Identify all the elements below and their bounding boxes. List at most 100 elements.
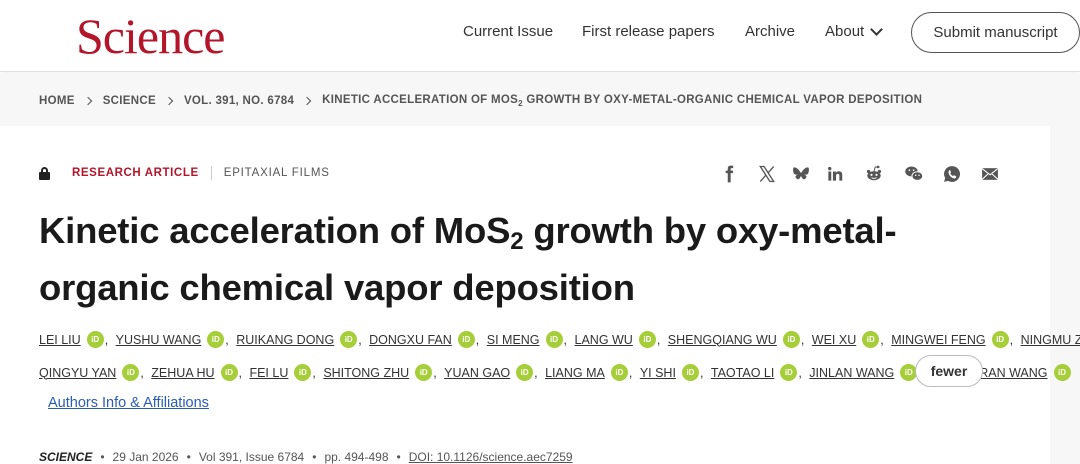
citation-line: SCIENCE • 29 Jan 2026 • Vol 391, Issue 6… [39, 450, 573, 464]
citation-volume: Vol 391, Issue 6784 [198, 450, 305, 464]
orcid-icon[interactable]: iD [86, 331, 104, 348]
orcid-icon[interactable]: iD [516, 364, 534, 381]
chevron-right-icon [164, 96, 174, 106]
breadcrumb-current-post: GROWTH BY OXY-METAL-ORGANIC CHEMICAL VAP… [522, 94, 923, 106]
breadcrumb-home[interactable]: HOME [39, 95, 75, 107]
author-name-link[interactable]: LIANG MA [545, 366, 605, 380]
author-name-link[interactable]: MINGWEI FENG [891, 333, 985, 347]
author-name-link[interactable]: RUIKANG DONG [236, 333, 334, 347]
author-item: LANG WU iD [575, 331, 656, 348]
doi-link[interactable]: DOI: 10.1126/science.aec7259 [409, 450, 573, 464]
nav-first-release-papers[interactable]: First release papers [582, 23, 715, 41]
orcid-icon[interactable]: iD [638, 331, 656, 348]
breadcrumb-volume[interactable]: VOL. 391, NO. 6784 [184, 95, 294, 107]
breadcrumb-current-pre: KINETIC ACCELERATION OF MOS [322, 94, 519, 106]
author-item: MINGWEI FENG iD [891, 331, 1009, 348]
author-item: SHENGQIANG WU iD [668, 331, 800, 348]
author-item: YUSHU WANG iD [116, 331, 225, 348]
author-name-link[interactable]: SHENGQIANG WU [668, 333, 777, 347]
author-separator: , [699, 365, 707, 380]
facebook-icon[interactable] [718, 163, 740, 185]
author-separator: , [798, 365, 806, 380]
author-separator: , [104, 332, 112, 347]
orcid-icon[interactable]: iD [545, 331, 563, 348]
chevron-right-icon [302, 96, 312, 106]
orcid-icon[interactable]: iD [220, 364, 238, 381]
chevron-down-icon [870, 23, 884, 36]
author-name-link[interactable]: DONGXU FAN [369, 333, 452, 347]
orcid-icon[interactable]: iD [862, 331, 880, 348]
email-icon[interactable] [979, 163, 1001, 185]
orcid-icon[interactable]: iD [782, 331, 800, 348]
author-name-link[interactable]: QINGYU YAN [39, 366, 116, 380]
separator-dot: • [100, 450, 105, 464]
author-name-link[interactable]: LEI LIU [39, 333, 81, 347]
chevron-right-icon [83, 96, 92, 106]
nav-current-issue[interactable]: Current Issue [463, 23, 553, 41]
nav-about-label: About [825, 23, 865, 40]
authors-info-affiliations-link[interactable]: Authors Info & Affiliations [48, 395, 209, 411]
author-separator: , [628, 365, 636, 380]
orcid-icon[interactable]: iD [457, 331, 475, 348]
author-name-link[interactable]: SI MENG [487, 333, 540, 347]
orcid-icon[interactable]: iD [780, 364, 798, 381]
author-separator: , [140, 365, 148, 380]
author-name-link[interactable]: YI SHI [640, 366, 676, 380]
wechat-icon[interactable] [903, 163, 925, 185]
orcid-icon[interactable]: iD [207, 331, 225, 348]
nav-archive[interactable]: Archive [745, 23, 795, 41]
author-name-link[interactable]: FEI LU [249, 366, 288, 380]
lock-icon [39, 166, 50, 180]
orcid-icon[interactable]: iD [294, 364, 312, 381]
article-section[interactable]: EPITAXIAL FILMS [224, 167, 330, 179]
breadcrumb-science[interactable]: SCIENCE [103, 95, 156, 107]
orcid-icon[interactable]: iD [415, 364, 433, 381]
author-separator: , [800, 332, 808, 347]
author-list-line-1: LEI LIU iD, YUSHU WANG iD, RUIKANG DONG iD,… [39, 331, 1080, 348]
author-item: ZEHUA HU iD [151, 364, 238, 381]
orcid-icon[interactable]: iD [340, 331, 358, 348]
author-name-link[interactable]: JINLAN WANG [809, 366, 894, 380]
article-title: Kinetic acceleration of MoS2 growth by o… [39, 208, 939, 311]
bluesky-icon[interactable] [790, 163, 812, 185]
nav-about[interactable]: About [825, 23, 884, 41]
reddit-icon[interactable] [863, 163, 885, 185]
author-name-link[interactable]: LANG WU [575, 333, 633, 347]
science-logo[interactable]: Science [76, 8, 225, 64]
author-item: FEI LU iD [249, 364, 312, 381]
citation-pages: pp. 494-498 [324, 450, 389, 464]
author-name-link[interactable]: SHITONG ZHU [323, 366, 409, 380]
author-item: YUAN GAO iD [444, 364, 534, 381]
article-type[interactable]: RESEARCH ARTICLE [72, 167, 199, 179]
author-list-line-2: QINGYU YAN iD, ZEHUA HU iD, FEI LU iD, SHIT… [39, 364, 1071, 381]
citation-date: 29 Jan 2026 [112, 450, 179, 464]
author-name-link[interactable]: TAOTAO LI [711, 366, 774, 380]
orcid-icon[interactable]: iD [610, 364, 628, 381]
author-item: LEI LIU iD [39, 331, 104, 348]
author-name-link[interactable]: NINGMU ZOU [1021, 333, 1080, 347]
breadcrumb: HOME SCIENCE VOL. 391, NO. 6784 KINETIC … [39, 94, 922, 108]
separator-dot: • [186, 450, 191, 464]
whatsapp-icon[interactable] [941, 163, 963, 185]
author-item: SI MENG iD [487, 331, 563, 348]
orcid-icon[interactable]: iD [681, 364, 699, 381]
linkedin-icon[interactable] [824, 163, 846, 185]
author-item: YI SHI iD [640, 364, 699, 381]
x-icon[interactable] [756, 163, 778, 185]
article-title-pre: Kinetic acceleration of MoS [39, 210, 511, 251]
orcid-icon[interactable]: iD [122, 364, 140, 381]
author-separator: , [433, 365, 441, 380]
author-name-link[interactable]: YUAN GAO [444, 366, 510, 380]
orcid-icon[interactable]: iD [1053, 364, 1071, 381]
submit-manuscript-button[interactable]: Submit manuscript [911, 12, 1080, 53]
author-name-link[interactable]: ZEHUA HU [151, 366, 214, 380]
author-name-link[interactable]: WEI XU [812, 333, 856, 347]
divider [210, 166, 212, 180]
author-separator: , [534, 365, 542, 380]
author-separator: , [312, 365, 320, 380]
author-name-link[interactable]: YUSHU WANG [116, 333, 202, 347]
author-item: JINLAN WANG iD [809, 364, 918, 381]
fewer-authors-button[interactable]: fewer [915, 355, 983, 387]
author-item: WEI XU iD [812, 331, 880, 348]
orcid-icon[interactable]: iD [991, 331, 1009, 348]
